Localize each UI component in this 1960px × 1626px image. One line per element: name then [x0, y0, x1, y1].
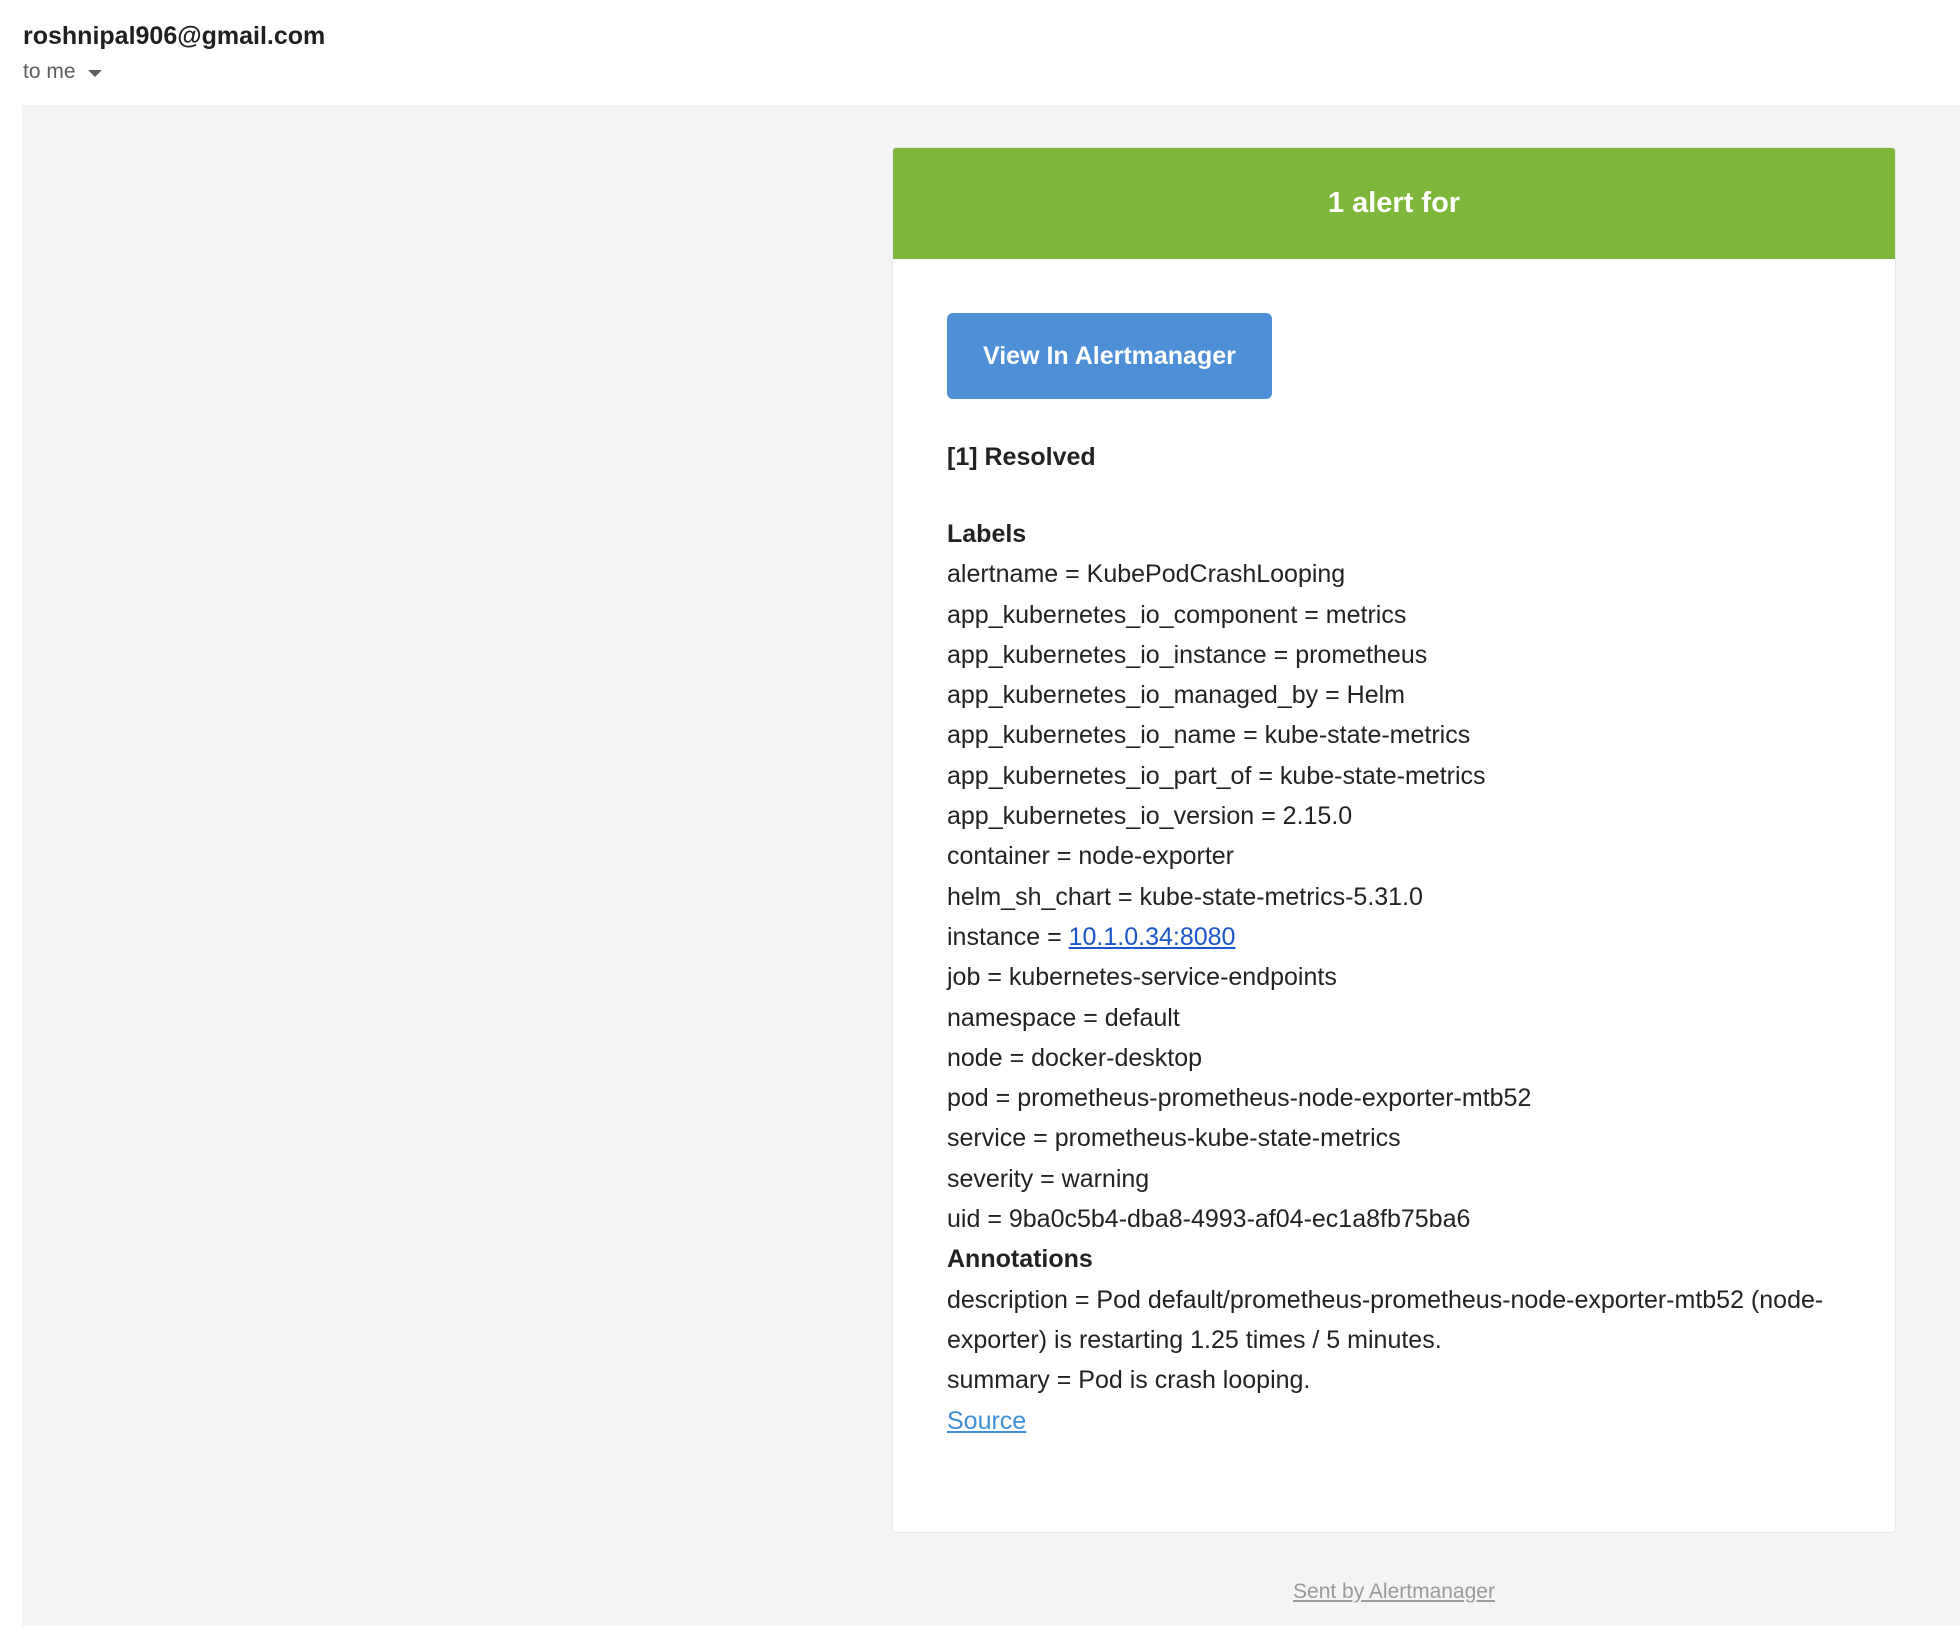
- label-row-app-kubernetes-io-name: app_kubernetes_io_name = kube-state-metr…: [947, 715, 1841, 755]
- view-in-alertmanager-button[interactable]: View In Alertmanager: [947, 313, 1272, 399]
- label-value: docker-desktop: [1031, 1043, 1203, 1072]
- label-row-app-kubernetes-io-component: app_kubernetes_io_component = metrics: [947, 595, 1841, 635]
- footer: Sent by Alertmanager: [892, 1580, 1896, 1604]
- label-separator: =: [1297, 600, 1326, 629]
- label-value: prometheus: [1295, 640, 1428, 669]
- email-body: 1 alert for View In Alertmanager [1] Res…: [22, 105, 1960, 1626]
- label-key: node: [947, 1043, 1003, 1072]
- label-row-job: job = kubernetes-service-endpoints: [947, 957, 1841, 997]
- annotation-row-summary: summary = Pod is crash looping.: [947, 1360, 1827, 1400]
- label-key: uid: [947, 1205, 981, 1234]
- alert-status: [1] Resolved: [947, 443, 1096, 471]
- label-separator: =: [980, 963, 1009, 992]
- annotation-value: Pod is crash looping.: [1078, 1366, 1311, 1395]
- alert-card: 1 alert for View In Alertmanager [1] Res…: [892, 147, 1896, 1533]
- label-key: pod: [947, 1084, 989, 1113]
- label-key: helm_sh_chart: [947, 882, 1111, 911]
- label-separator: =: [1076, 1003, 1105, 1032]
- label-key: app_kubernetes_io_instance: [947, 640, 1267, 669]
- label-key: alertname: [947, 560, 1059, 589]
- alert-banner: 1 alert for: [893, 148, 1895, 259]
- label-value: prometheus-kube-state-metrics: [1054, 1124, 1401, 1153]
- label-separator: =: [1254, 802, 1283, 831]
- labels-heading: Labels: [947, 520, 1027, 548]
- label-row-alertname: alertname = KubePodCrashLooping: [947, 554, 1841, 594]
- chevron-down-icon[interactable]: [87, 69, 102, 77]
- label-value: kube-state-metrics: [1279, 761, 1486, 790]
- label-key: severity: [947, 1164, 1034, 1193]
- label-key: app_kubernetes_io_part_of: [947, 761, 1252, 790]
- label-separator: =: [988, 1084, 1018, 1113]
- label-key: instance: [947, 922, 1041, 951]
- label-row-service: service = prometheus-kube-state-metrics: [947, 1118, 1841, 1158]
- label-row-helm-sh-chart: helm_sh_chart = kube-state-metrics-5.31.…: [947, 877, 1841, 917]
- label-value: warning: [1061, 1164, 1150, 1193]
- recipient-label: to me: [23, 60, 76, 83]
- label-value: Helm: [1346, 681, 1405, 710]
- label-row-uid: uid = 9ba0c5b4-dba8-4993-af04-ec1a8fb75b…: [947, 1199, 1841, 1239]
- label-separator: =: [1110, 882, 1140, 911]
- annotations-heading: Annotations: [947, 1245, 1093, 1274]
- label-separator: =: [1236, 721, 1265, 750]
- label-separator: =: [980, 1205, 1009, 1234]
- alert-content: View In Alertmanager [1] Resolved Labels…: [893, 259, 1895, 1441]
- label-value: prometheus-prometheus-node-exporter-mtb5…: [1017, 1084, 1532, 1113]
- label-row-app-kubernetes-io-managed-by: app_kubernetes_io_managed_by = Helm: [947, 675, 1841, 715]
- label-key: app_kubernetes_io_name: [947, 721, 1237, 750]
- label-separator: =: [1251, 761, 1280, 790]
- label-separator: =: [1002, 1043, 1032, 1072]
- label-row-app-kubernetes-io-version: app_kubernetes_io_version = 2.15.0: [947, 796, 1841, 836]
- label-value: kube-state-metrics-5.31.0: [1139, 882, 1423, 911]
- label-row-severity: severity = warning: [947, 1159, 1841, 1199]
- label-key: container: [947, 842, 1050, 871]
- label-key: job: [947, 963, 981, 992]
- sent-by-alertmanager-link[interactable]: Sent by Alertmanager: [1293, 1580, 1495, 1603]
- label-value: 9ba0c5b4-dba8-4993-af04-ec1a8fb75ba6: [1008, 1205, 1471, 1234]
- label-row-node: node = docker-desktop: [947, 1038, 1841, 1078]
- label-separator: =: [1058, 560, 1087, 589]
- source-row: Source: [947, 1401, 1841, 1441]
- label-value: kubernetes-service-endpoints: [1008, 963, 1337, 992]
- label-row-app-kubernetes-io-part-of: app_kubernetes_io_part_of = kube-state-m…: [947, 756, 1841, 796]
- label-value: 2.15.0: [1282, 802, 1353, 831]
- label-value: metrics: [1325, 600, 1407, 629]
- annotation-key: summary: [947, 1366, 1050, 1395]
- label-value: KubePodCrashLooping: [1086, 560, 1346, 589]
- annotation-separator: =: [1067, 1285, 1097, 1314]
- label-separator: =: [1040, 922, 1069, 951]
- sender-address[interactable]: roshnipal906@gmail.com: [23, 18, 325, 54]
- label-key: service: [947, 1124, 1027, 1153]
- annotation-key: description: [947, 1285, 1068, 1314]
- label-row-pod: pod = prometheus-prometheus-node-exporte…: [947, 1078, 1841, 1118]
- label-separator: =: [1026, 1124, 1055, 1153]
- label-key: app_kubernetes_io_version: [947, 802, 1255, 831]
- label-key: app_kubernetes_io_managed_by: [947, 681, 1319, 710]
- annotation-separator: =: [1049, 1366, 1079, 1395]
- labels-list: alertname = KubePodCrashLooping app_kuber…: [947, 554, 1841, 1239]
- instance-link[interactable]: 10.1.0.34:8080: [1069, 923, 1236, 951]
- label-row-instance: instance = 10.1.0.34:8080: [947, 917, 1841, 957]
- label-value: default: [1104, 1003, 1180, 1032]
- source-link[interactable]: Source: [947, 1407, 1026, 1435]
- label-row-namespace: namespace = default: [947, 998, 1841, 1038]
- label-row-app-kubernetes-io-instance: app_kubernetes_io_instance = prometheus: [947, 635, 1841, 675]
- email-header: roshnipal906@gmail.com to me: [23, 18, 325, 90]
- label-key: app_kubernetes_io_component: [947, 600, 1298, 629]
- label-separator: =: [1318, 681, 1347, 710]
- annotation-row-description: description = Pod default/prometheus-pro…: [947, 1280, 1827, 1361]
- label-row-container: container = node-exporter: [947, 836, 1841, 876]
- label-value: kube-state-metrics: [1264, 721, 1471, 750]
- recipient-toggle[interactable]: to me: [23, 54, 325, 90]
- label-separator: =: [1049, 842, 1079, 871]
- annotations-list: description = Pod default/prometheus-pro…: [947, 1280, 1841, 1401]
- label-separator: =: [1266, 640, 1296, 669]
- label-value: node-exporter: [1078, 842, 1235, 871]
- label-separator: =: [1033, 1164, 1062, 1193]
- label-key: namespace: [947, 1003, 1077, 1032]
